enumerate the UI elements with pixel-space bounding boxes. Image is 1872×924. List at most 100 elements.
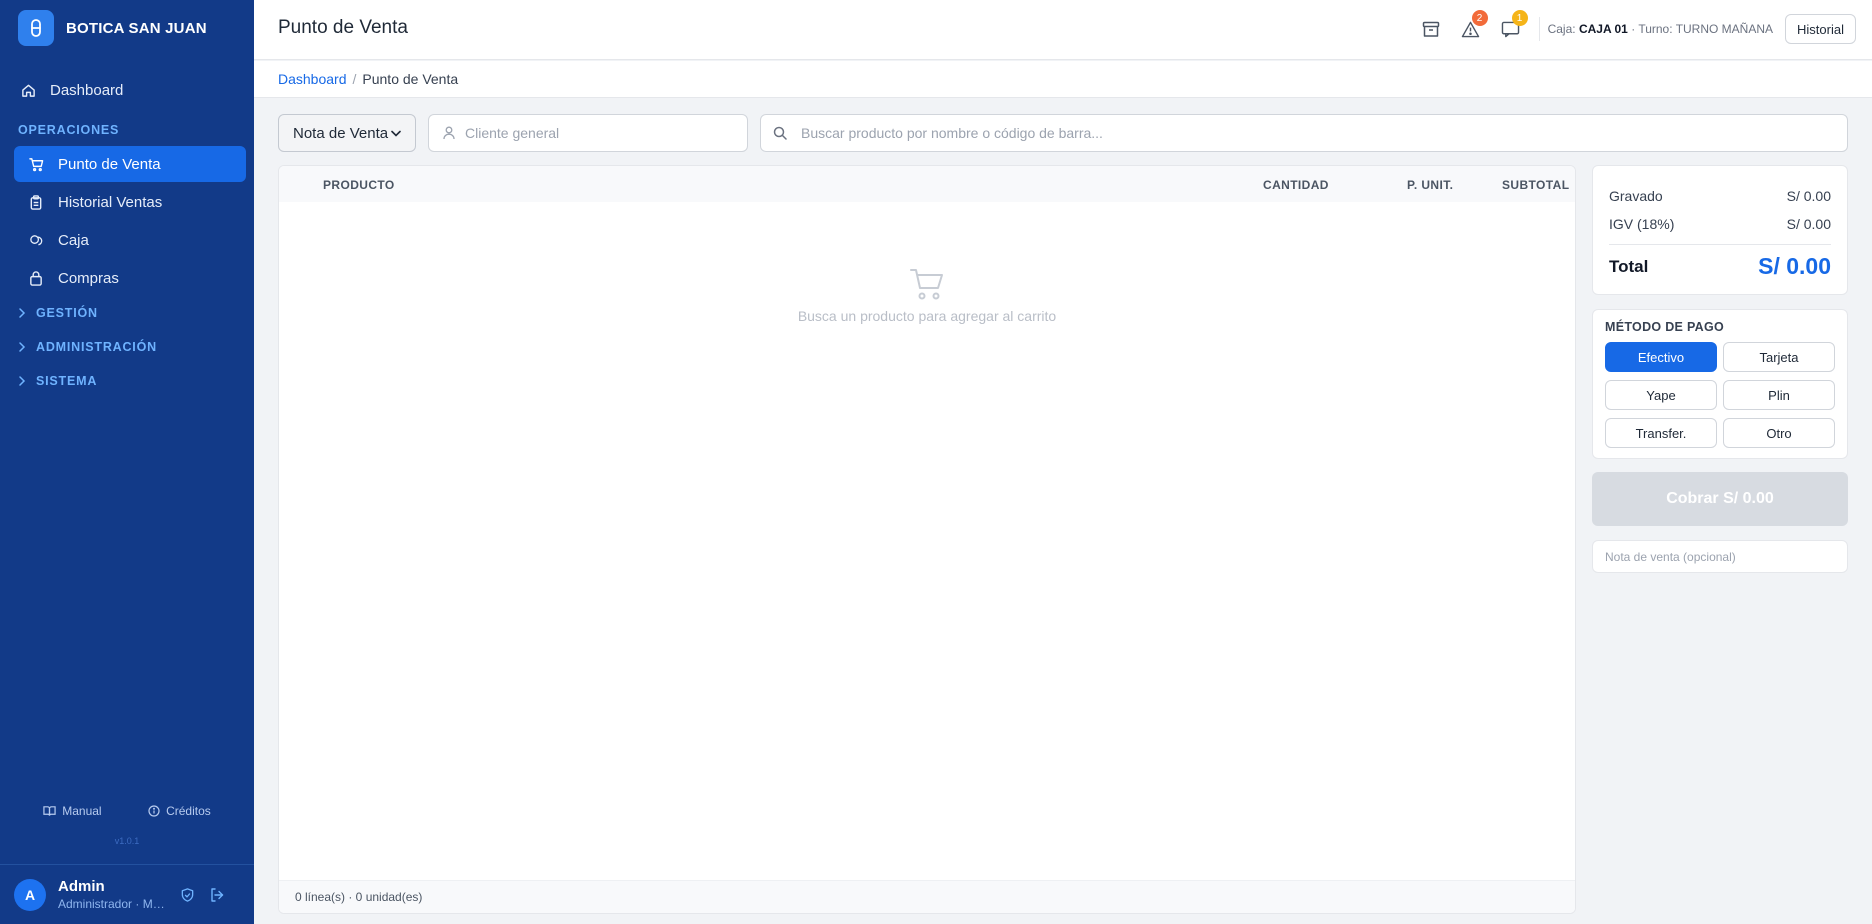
divider: [1538, 17, 1540, 41]
archive-icon: [1422, 21, 1440, 38]
empty-cart-icon: [279, 266, 1575, 302]
caja-label: Caja:: [1547, 22, 1576, 36]
messages-button[interactable]: 1: [1491, 10, 1531, 45]
info-icon: [148, 805, 160, 817]
sale-note-placeholder: Nota de venta (opcional): [1605, 549, 1736, 564]
client-placeholder: Cliente general: [465, 125, 560, 141]
chevron-right-icon: [18, 376, 26, 386]
gravado-value: S/ 0.00: [1786, 188, 1831, 204]
sidebar-item-punto-de-venta[interactable]: Punto de Venta: [14, 146, 246, 182]
manual-label: Manual: [62, 804, 102, 818]
sale-note-input[interactable]: Nota de venta (opcional): [1592, 540, 1848, 573]
sidebar-group-label: GESTIÓN: [36, 306, 98, 320]
payment-otro-button[interactable]: Otro: [1723, 418, 1835, 448]
logout-icon[interactable]: [209, 887, 225, 903]
sidebar-item-label: Dashboard: [50, 81, 124, 99]
document-type-value: Nota de Venta: [293, 124, 389, 142]
sidebar-item-compras[interactable]: Compras: [14, 260, 246, 296]
chevron-right-icon: [18, 308, 26, 318]
charge-button[interactable]: Cobrar S/ 0.00: [1592, 472, 1848, 526]
cart-footer-summary: 0 línea(s) · 0 unidad(es): [279, 880, 1575, 913]
breadcrumb-dashboard-link[interactable]: Dashboard: [278, 71, 347, 87]
sidebar-item-label: Historial Ventas: [58, 193, 163, 211]
totals-card: Gravado S/ 0.00 IGV (18%) S/ 0.00 Total …: [1592, 165, 1848, 295]
user-icon: [443, 126, 455, 140]
client-input[interactable]: Cliente general: [428, 114, 748, 152]
sidebar-item-dashboard[interactable]: Dashboard: [14, 72, 246, 108]
total-row: Total S/ 0.00: [1609, 253, 1831, 280]
column-cantidad: CANTIDAD: [1263, 178, 1329, 192]
alerts-badge: 2: [1471, 10, 1488, 26]
breadcrumb-separator: /: [352, 71, 357, 87]
messages-badge: 1: [1511, 10, 1528, 26]
column-producto: PRODUCTO: [323, 178, 395, 192]
payment-method-card: MÉTODO DE PAGO Efectivo Tarjeta Yape Pli…: [1592, 309, 1848, 459]
cart-icon: [28, 156, 44, 172]
alerts-button[interactable]: 2: [1451, 10, 1491, 45]
caja-value: CAJA 01: [1578, 22, 1628, 36]
product-search-input[interactable]: Buscar producto por nombre o código de b…: [760, 114, 1848, 152]
page-title: Punto de Venta: [278, 17, 408, 38]
sidebar-item-label: Compras: [58, 269, 119, 287]
turno-value: TURNO MAÑANA: [1675, 22, 1774, 36]
caja-turno-info: Caja: CAJA 01 · Turno: TURNO MAÑANA: [1548, 22, 1773, 36]
sidebar: BOTICA SAN JUAN Dashboard OPERACIONES Pu…: [0, 0, 254, 924]
home-icon: [20, 82, 36, 98]
sidebar-item-historial-ventas[interactable]: Historial Ventas: [14, 184, 246, 220]
sidebar-group-sistema[interactable]: SISTEMA: [18, 374, 97, 388]
user-actions: [180, 887, 225, 903]
payment-tarjeta-button[interactable]: Tarjeta: [1723, 342, 1835, 372]
gravado-row: Gravado S/ 0.00: [1609, 182, 1831, 210]
app-version: v1.0.1: [114, 836, 140, 846]
gravado-label: Gravado: [1609, 188, 1663, 204]
payment-plin-button[interactable]: Plin: [1723, 380, 1835, 410]
credits-label: Créditos: [166, 804, 211, 818]
igv-label: IGV (18%): [1609, 216, 1675, 232]
total-label: Total: [1609, 256, 1649, 276]
avatar[interactable]: A: [14, 878, 46, 911]
brand[interactable]: BOTICA SAN JUAN: [18, 10, 207, 46]
credits-link[interactable]: Créditos: [148, 804, 211, 818]
payment-yape-button[interactable]: Yape: [1605, 380, 1717, 410]
payment-efectivo-button[interactable]: Efectivo: [1605, 342, 1717, 372]
topbar: Punto de Venta 2 1 Caja: CAJA 01 · Turno…: [254, 0, 1872, 60]
payment-method-title: MÉTODO DE PAGO: [1605, 320, 1725, 334]
pill-logo-icon: [18, 10, 54, 46]
search-icon: [773, 126, 787, 140]
sidebar-footer-links: Manual Créditos: [0, 804, 254, 818]
sidebar-item-caja[interactable]: Caja: [14, 222, 246, 258]
book-icon: [43, 805, 56, 817]
user-role: Administrador · Mi ...: [58, 897, 166, 911]
clipboard-icon: [28, 194, 44, 210]
breadcrumb-current: Punto de Venta: [362, 71, 459, 87]
sidebar-item-label: Punto de Venta: [58, 155, 161, 173]
payment-transfer-button[interactable]: Transfer.: [1605, 418, 1717, 448]
coins-icon: [28, 232, 44, 248]
column-precio-unitario: P. UNIT.: [1407, 178, 1454, 192]
topbar-actions: 2 1 Caja: CAJA 01 · Turno: TURNO MAÑANA …: [1411, 10, 1856, 45]
archive-button[interactable]: [1411, 13, 1451, 45]
total-value: S/ 0.00: [1758, 253, 1831, 279]
manual-link[interactable]: Manual: [43, 804, 102, 818]
divider: [1609, 244, 1831, 245]
document-type-select[interactable]: Nota de Venta: [278, 114, 416, 152]
app-name: BOTICA SAN JUAN: [66, 19, 207, 37]
breadcrumb: Dashboard / Punto de Venta: [254, 61, 1872, 98]
historial-button[interactable]: Historial: [1785, 14, 1856, 44]
user-name: Admin: [58, 878, 105, 895]
sidebar-group-label: ADMINISTRACIÓN: [36, 340, 157, 354]
shield-check-icon[interactable]: [180, 887, 195, 903]
cart-table: PRODUCTO CANTIDAD P. UNIT. SUBTOTAL Busc…: [278, 165, 1576, 914]
sidebar-group-label: SISTEMA: [36, 374, 98, 388]
sidebar-group-gestion[interactable]: GESTIÓN: [18, 306, 98, 320]
search-placeholder: Buscar producto por nombre o código de b…: [801, 125, 1103, 141]
section-label-operaciones: OPERACIONES: [18, 123, 120, 137]
chevron-right-icon: [18, 342, 26, 352]
payment-method-options: Efectivo Tarjeta Yape Plin Transfer. Otr…: [1605, 342, 1835, 448]
bag-icon: [28, 270, 44, 286]
chevron-down-icon: [391, 130, 401, 137]
turno-label: · Turno:: [1631, 22, 1673, 36]
sidebar-group-administracion[interactable]: ADMINISTRACIÓN: [18, 340, 157, 354]
user-info: Admin Administrador · Mi ...: [58, 878, 166, 911]
igv-row: IGV (18%) S/ 0.00: [1609, 210, 1831, 238]
